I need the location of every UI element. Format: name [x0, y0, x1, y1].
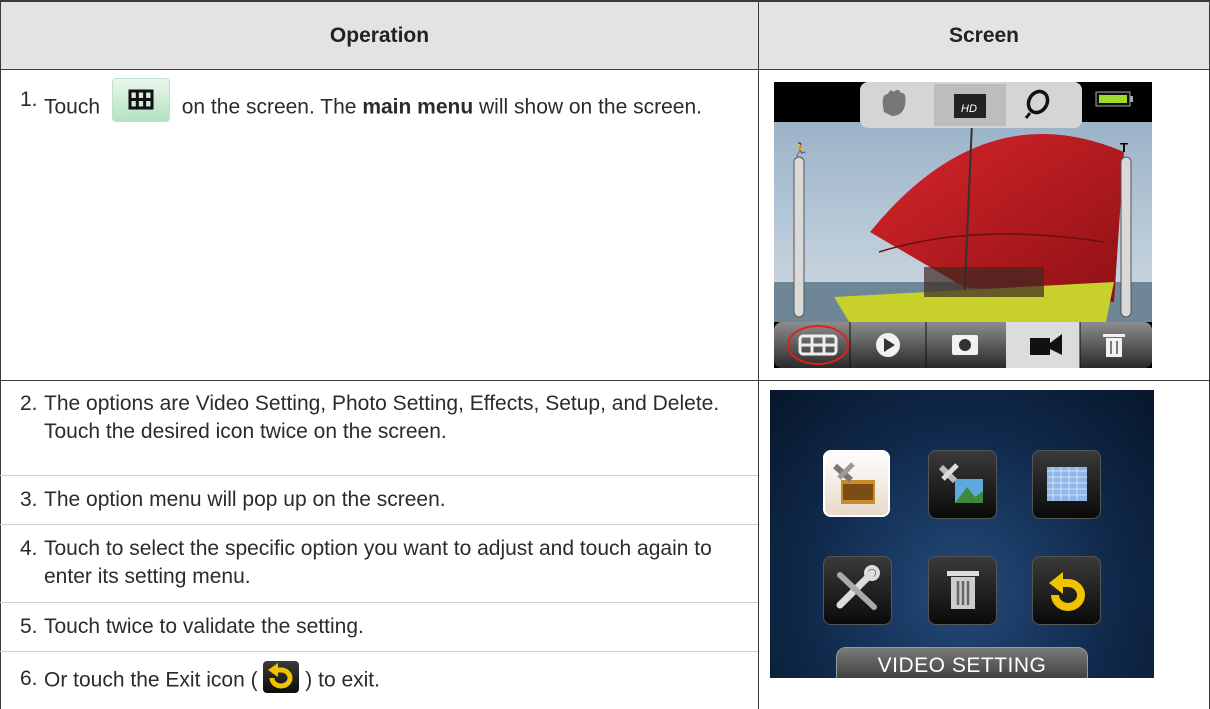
step-separator	[0, 602, 758, 603]
step-separator	[0, 475, 758, 476]
step-text: Or touch the Exit icon (	[44, 668, 258, 692]
step-text: on the screen. The	[181, 95, 357, 119]
exit-icon	[263, 661, 300, 693]
svg-text:HD: HD	[961, 103, 977, 115]
step-text: The options are Video Setting, Photo Set…	[44, 392, 720, 443]
table-column-divider	[758, 70, 759, 709]
effects-icon[interactable]	[1032, 450, 1101, 519]
step-number: 5.	[20, 615, 38, 638]
step-text-bold: main menu	[362, 95, 474, 119]
video-setting-icon[interactable]	[823, 450, 890, 517]
exit-icon[interactable]	[1032, 556, 1101, 625]
step-number: 6.	[20, 667, 38, 690]
step-text: Touch	[44, 95, 101, 119]
step-text: Touch twice to validate the setting.	[44, 615, 364, 638]
camera-main-menu-screen: VIDEO SETTING	[770, 390, 1154, 678]
photo-setting-icon[interactable]	[928, 450, 997, 519]
menu-selection-label: VIDEO SETTING	[836, 647, 1088, 678]
hd-icon[interactable]: HD	[954, 94, 986, 118]
step-text: will show on the screen.	[479, 95, 702, 119]
step-number: 1.	[20, 88, 38, 111]
camera-live-view-screen: HD 🏃 T W	[774, 82, 1152, 368]
step-text: Touch to select the specific option you …	[44, 537, 712, 588]
battery-icon	[1095, 91, 1133, 107]
step-text: The option menu will pop up on the scree…	[44, 488, 446, 511]
header-screen: Screen	[758, 0, 1210, 70]
play-icon[interactable]	[876, 333, 900, 357]
svg-text:🏃: 🏃	[792, 142, 808, 157]
table-border-left	[0, 70, 1, 709]
step-separator	[0, 524, 758, 525]
delete-icon[interactable]	[928, 556, 997, 625]
header-operation: Operation	[0, 0, 758, 70]
step-number: 2.	[20, 392, 38, 415]
step-separator	[0, 651, 758, 652]
step-text: ) to exit.	[305, 668, 380, 692]
instruction-table: Operation Screen 1. Touch on the screen.…	[0, 0, 1210, 709]
zoom-tele-label: T	[1120, 140, 1128, 155]
step-number: 3.	[20, 488, 38, 511]
grid-icon	[111, 78, 170, 122]
step-number: 4.	[20, 537, 38, 560]
setup-icon[interactable]	[823, 556, 892, 625]
table-row-divider	[0, 380, 1210, 381]
camera-icon[interactable]	[952, 335, 978, 355]
